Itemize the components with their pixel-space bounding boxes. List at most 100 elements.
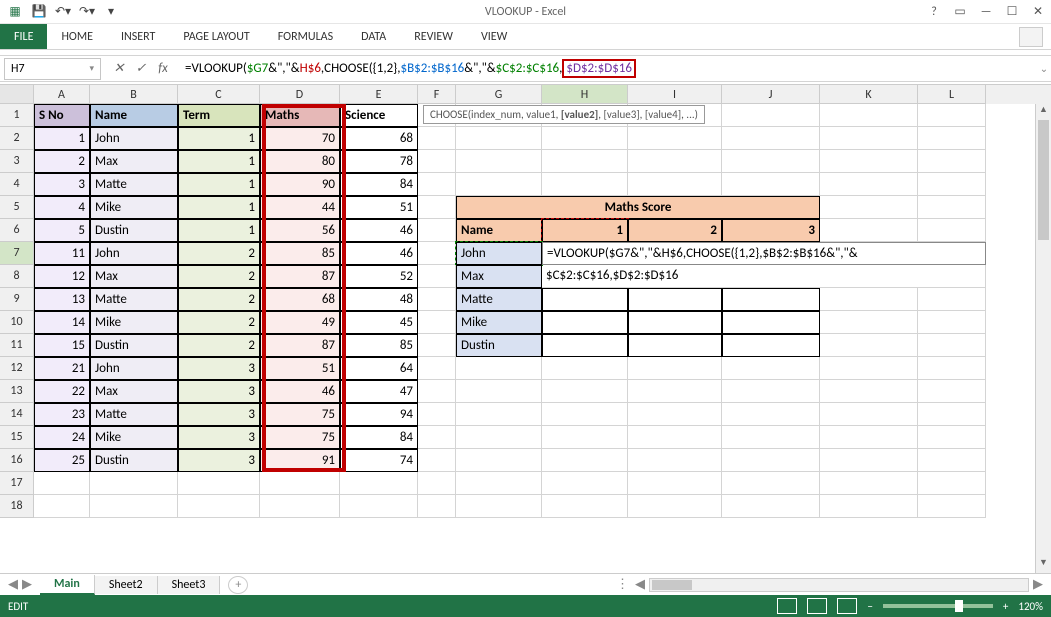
cell[interactable] [542, 472, 628, 495]
horizontal-scrollbar[interactable] [649, 578, 1029, 592]
cell[interactable]: 21 [34, 357, 90, 380]
col-header-F[interactable]: F [418, 85, 456, 104]
cell[interactable] [456, 495, 542, 518]
row-header[interactable]: 5 [0, 196, 34, 219]
cell[interactable] [418, 449, 456, 472]
cell[interactable] [418, 311, 456, 334]
cell[interactable]: 74 [340, 449, 418, 472]
cell[interactable] [628, 449, 722, 472]
cell[interactable]: 45 [340, 311, 418, 334]
fx-icon[interactable]: fx [155, 61, 171, 76]
view-page-break-icon[interactable] [837, 598, 857, 614]
cell[interactable] [722, 311, 820, 334]
cell[interactable] [722, 495, 820, 518]
sheet-tab-main[interactable]: Main [40, 575, 95, 595]
cell[interactable] [820, 219, 918, 242]
cell[interactable] [820, 311, 918, 334]
cell[interactable] [918, 173, 986, 196]
cell[interactable] [722, 380, 820, 403]
cell[interactable] [418, 150, 456, 173]
cell[interactable] [918, 426, 986, 449]
ribbon-toggle-icon[interactable]: ▭ [951, 4, 969, 19]
cell[interactable]: 3 [178, 449, 260, 472]
cell[interactable]: 2 [178, 265, 260, 288]
view-normal-icon[interactable] [777, 598, 797, 614]
cell[interactable] [722, 150, 820, 173]
cell[interactable]: Max [90, 150, 178, 173]
cell[interactable]: 4 [34, 196, 90, 219]
name-box[interactable]: H7 ▾ [4, 58, 101, 80]
col-header-L[interactable]: L [918, 85, 986, 104]
tab-insert[interactable]: INSERT [107, 24, 169, 49]
row-header[interactable]: 1 [0, 104, 34, 127]
cell[interactable]: Name [90, 104, 178, 127]
cell[interactable] [418, 288, 456, 311]
cell[interactable] [542, 495, 628, 518]
cell[interactable]: 2 [178, 311, 260, 334]
cell[interactable]: 1 [178, 173, 260, 196]
cell[interactable] [820, 334, 918, 357]
enter-formula-icon[interactable]: ✓ [133, 61, 149, 76]
cell[interactable]: 85 [340, 334, 418, 357]
tab-review[interactable]: REVIEW [400, 24, 467, 49]
cell[interactable] [918, 403, 986, 426]
cell[interactable]: 68 [260, 288, 340, 311]
cell[interactable] [918, 196, 986, 219]
cell[interactable] [628, 403, 722, 426]
col-header-A[interactable]: A [34, 85, 90, 104]
cell[interactable]: 2 [34, 150, 90, 173]
cell[interactable]: 1 [34, 127, 90, 150]
cell[interactable]: Dustin [90, 219, 178, 242]
cell[interactable] [820, 472, 918, 495]
cell[interactable] [542, 127, 628, 150]
cell[interactable]: 1 [178, 219, 260, 242]
row-header[interactable]: 12 [0, 357, 34, 380]
cell[interactable] [722, 104, 820, 127]
cell[interactable] [918, 357, 986, 380]
cell[interactable]: 22 [34, 380, 90, 403]
worksheet-grid[interactable]: A B C D E F G H I J K L 1S NoNameTermMat… [0, 84, 1051, 573]
cell[interactable]: 47 [340, 380, 418, 403]
zoom-thumb[interactable] [955, 600, 963, 612]
cell[interactable]: Matte [90, 403, 178, 426]
cell[interactable] [456, 173, 542, 196]
cell[interactable]: 5 [34, 219, 90, 242]
row-header[interactable]: 10 [0, 311, 34, 334]
cell[interactable] [418, 173, 456, 196]
cell[interactable]: 3 [178, 426, 260, 449]
tab-home[interactable]: HOME [47, 24, 107, 49]
cell[interactable] [722, 449, 820, 472]
tab-formulas[interactable]: FORMULAS [264, 24, 347, 49]
row-header[interactable]: 11 [0, 334, 34, 357]
cell[interactable] [918, 495, 986, 518]
save-icon[interactable]: 💾 [30, 3, 48, 21]
cell[interactable]: John [90, 357, 178, 380]
scroll-down-icon[interactable]: ▼ [1036, 557, 1051, 573]
cell[interactable] [260, 495, 340, 518]
cell[interactable] [722, 127, 820, 150]
cell[interactable] [628, 150, 722, 173]
cell[interactable]: 94 [340, 403, 418, 426]
cell[interactable]: 44 [260, 196, 340, 219]
cell[interactable]: 1 [542, 219, 628, 242]
cell[interactable] [260, 472, 340, 495]
cell[interactable] [628, 127, 722, 150]
undo-icon[interactable]: ↶▾ [54, 3, 72, 21]
vscroll-thumb[interactable] [1038, 120, 1049, 240]
cell[interactable] [918, 380, 986, 403]
cell[interactable] [820, 357, 918, 380]
cell[interactable] [542, 288, 628, 311]
row-header[interactable]: 17 [0, 472, 34, 495]
cell[interactable] [542, 334, 628, 357]
cell[interactable] [628, 495, 722, 518]
cell[interactable]: 3 [34, 173, 90, 196]
sheet-tab-sheet3[interactable]: Sheet3 [158, 576, 221, 594]
sheet-next-icon[interactable]: ▶ [22, 577, 32, 592]
cell[interactable]: 3 [178, 403, 260, 426]
cell[interactable] [722, 288, 820, 311]
cell[interactable] [90, 472, 178, 495]
cell[interactable] [456, 449, 542, 472]
user-avatar[interactable] [1019, 27, 1043, 47]
hscroll-left-icon[interactable]: ◀ [635, 577, 645, 592]
cell[interactable] [542, 173, 628, 196]
